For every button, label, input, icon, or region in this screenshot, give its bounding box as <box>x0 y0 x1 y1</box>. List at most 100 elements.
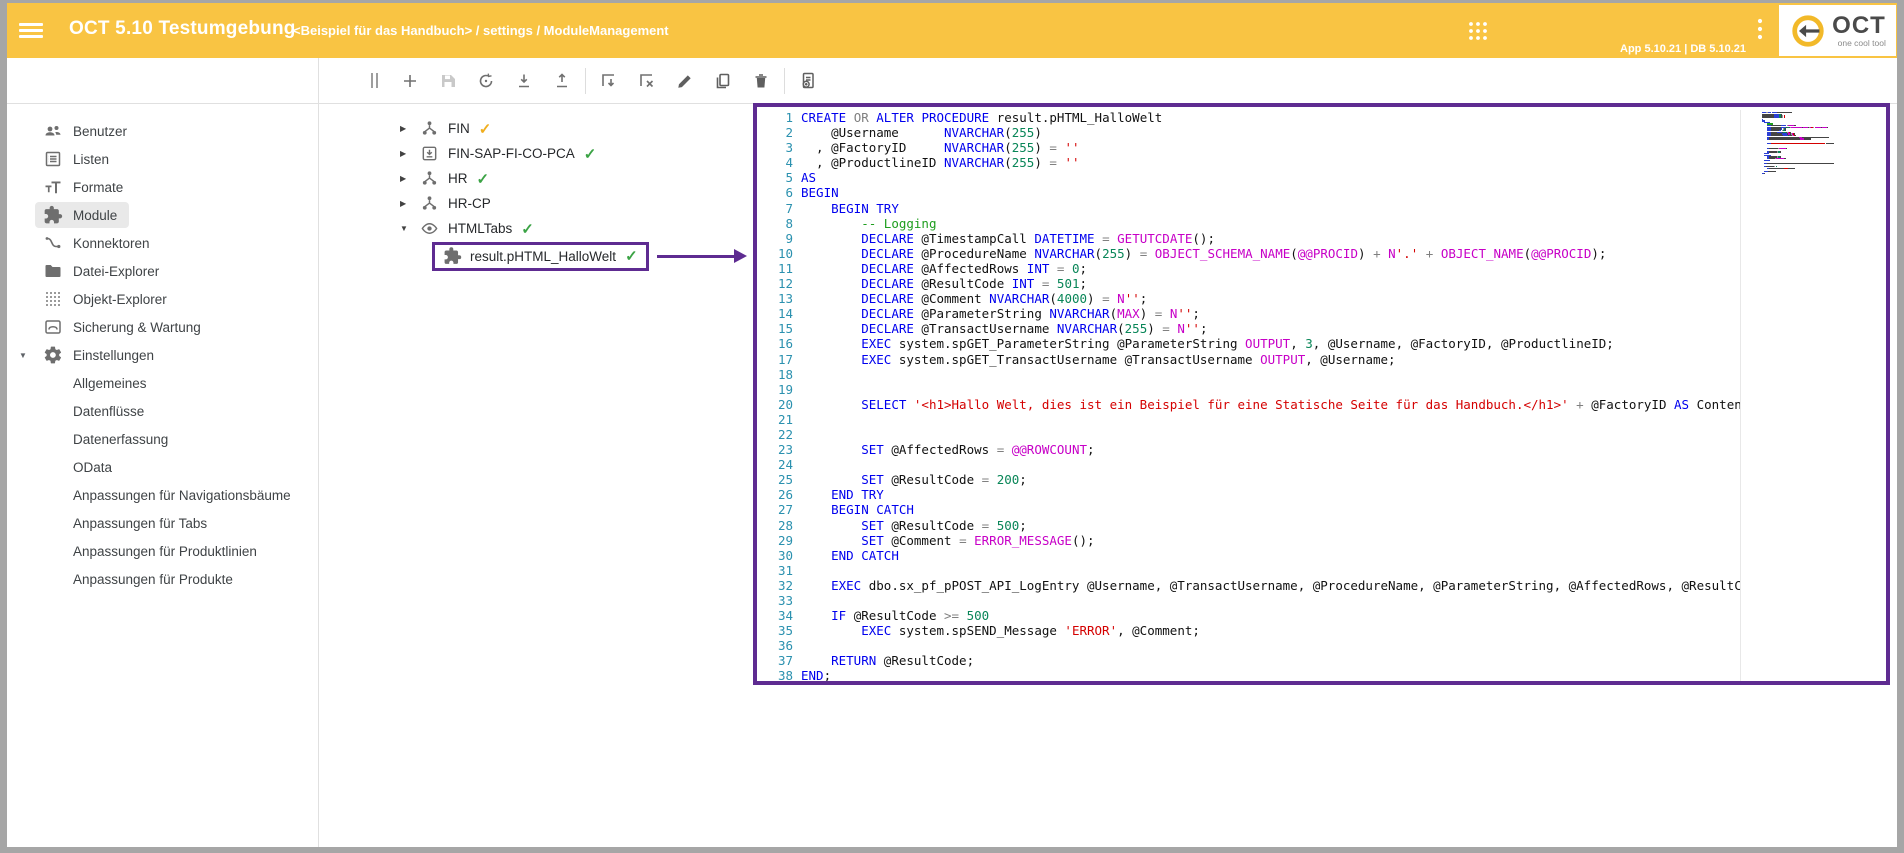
code-line[interactable]: 21 <box>757 412 1740 427</box>
sidebar-item-objekt-explorer[interactable]: Objekt-Explorer <box>7 285 318 313</box>
line-number: 37 <box>757 653 793 668</box>
code-line[interactable]: 10 DECLARE @ProcedureName NVARCHAR(255) … <box>757 246 1740 261</box>
code-line[interactable]: 12 DECLARE @ResultCode INT = 501; <box>757 276 1740 291</box>
code-text: END; <box>793 668 1740 683</box>
code-line[interactable]: 25 SET @ResultCode = 200; <box>757 472 1740 487</box>
edit-button[interactable] <box>666 64 704 98</box>
tree-item-htmltabs[interactable]: ▼HTMLTabs✓ <box>318 216 758 241</box>
code-line[interactable]: 7 BEGIN TRY <box>757 201 1740 216</box>
code-line[interactable]: 4 , @ProductlineID NVARCHAR(255) = '' <box>757 155 1740 170</box>
code-line[interactable]: 38END; <box>757 668 1740 683</box>
save-button[interactable] <box>429 64 467 98</box>
sidebar-item-module[interactable]: Module <box>7 201 318 229</box>
code-line[interactable]: 31 <box>757 563 1740 578</box>
sidebar-item-anpassungen-f-r-produktlinien[interactable]: Anpassungen für Produktlinien <box>7 537 318 565</box>
chevron-right-icon[interactable]: ▶ <box>400 149 414 158</box>
code-line[interactable]: 6BEGIN <box>757 185 1740 200</box>
code-line[interactable]: 23 SET @AffectedRows = @@ROWCOUNT; <box>757 442 1740 457</box>
sidebar-item-datenfl-sse[interactable]: Datenflüsse <box>7 397 318 425</box>
sql-code-editor[interactable]: 1CREATE OR ALTER PROCEDURE result.pHTML_… <box>753 103 1890 685</box>
kebab-menu-icon[interactable] <box>1757 17 1763 46</box>
apps-grid-icon[interactable] <box>1467 20 1489 47</box>
chevron-right-icon[interactable]: ▶ <box>400 174 414 183</box>
code-line[interactable]: 16 EXEC system.spGET_ParameterString @Pa… <box>757 336 1740 351</box>
code-line[interactable]: 14 DECLARE @ParameterString NVARCHAR(MAX… <box>757 306 1740 321</box>
code-line[interactable]: 26 END TRY <box>757 487 1740 502</box>
hamburger-menu-icon[interactable] <box>19 20 43 40</box>
code-line[interactable]: 11 DECLARE @AffectedRows INT = 0; <box>757 261 1740 276</box>
code-line[interactable]: 19 <box>757 382 1740 397</box>
tree-item-fin-sap-fi-co-pca[interactable]: ▶FIN-SAP-FI-CO-PCA✓ <box>318 141 758 166</box>
code-line[interactable]: 3 , @FactoryID NVARCHAR(255) = '' <box>757 140 1740 155</box>
code-line[interactable]: 32 EXEC dbo.sx_pf_pPOST_API_LogEntry @Us… <box>757 578 1740 593</box>
code-line[interactable]: 5AS <box>757 170 1740 185</box>
chevron-right-icon[interactable]: ▶ <box>400 199 414 208</box>
sidebar-item-listen[interactable]: Listen <box>7 145 318 173</box>
code-line[interactable]: 22 <box>757 427 1740 442</box>
code-line[interactable]: 30 END CATCH <box>757 548 1740 563</box>
sidebar-item-anpassungen-f-r-tabs[interactable]: Anpassungen für Tabs <box>7 509 318 537</box>
code-line[interactable]: 17 EXEC system.spGET_TransactUsername @T… <box>757 352 1740 367</box>
sidebar-item-benutzer[interactable]: Benutzer <box>7 117 318 145</box>
download-button[interactable] <box>505 64 543 98</box>
chevron-right-icon[interactable]: ▶ <box>400 124 414 133</box>
sidebar-item-anpassungen-f-r-produkte[interactable]: Anpassungen für Produkte <box>7 565 318 593</box>
hierarchy-icon <box>420 169 439 188</box>
line-number: 19 <box>757 382 793 397</box>
chevron-down-icon[interactable]: ▼ <box>19 351 35 360</box>
copy-script-button[interactable] <box>789 64 827 98</box>
tree-item-label: HR <box>448 171 468 186</box>
delete-button[interactable] <box>742 64 780 98</box>
code-viewport[interactable]: 1CREATE OR ALTER PROCEDURE result.pHTML_… <box>757 110 1741 684</box>
line-number: 10 <box>757 246 793 261</box>
code-line[interactable]: 33 <box>757 593 1740 608</box>
chevron-down-icon[interactable]: ▼ <box>400 224 414 233</box>
code-line[interactable]: 27 BEGIN CATCH <box>757 502 1740 517</box>
code-line[interactable]: 24 <box>757 457 1740 472</box>
code-line[interactable]: 34 IF @ResultCode >= 500 <box>757 608 1740 623</box>
code-line[interactable]: 28 SET @ResultCode = 500; <box>757 518 1740 533</box>
code-line[interactable]: 29 SET @Comment = ERROR_MESSAGE(); <box>757 533 1740 548</box>
check-icon: ✓ <box>479 120 492 138</box>
sidebar-item-body: Anpassungen für Produktlinien <box>35 541 269 562</box>
restore-button[interactable] <box>467 64 505 98</box>
sidebar-item-odata[interactable]: OData <box>7 453 318 481</box>
sidebar-item-allgemeines[interactable]: Allgemeines <box>7 369 318 397</box>
discard-button[interactable] <box>628 64 666 98</box>
code-line[interactable]: 20 SELECT '<h1>Hallo Welt, dies ist ein … <box>757 397 1740 412</box>
code-line[interactable]: 9 DECLARE @TimestampCall DATETIME = GETU… <box>757 231 1740 246</box>
code-line[interactable]: 35 EXEC system.spSEND_Message 'ERROR', @… <box>757 623 1740 638</box>
copy-button[interactable] <box>704 64 742 98</box>
add-button[interactable] <box>391 64 429 98</box>
code-line[interactable]: 8 -- Logging <box>757 216 1740 231</box>
code-line[interactable]: 36 <box>757 638 1740 653</box>
sidebar-item-formate[interactable]: Formate <box>7 173 318 201</box>
sidebar-item-anpassungen-f-r-navigationsb-ume[interactable]: Anpassungen für Navigationsbäume <box>7 481 318 509</box>
line-number: 38 <box>757 668 793 683</box>
line-number: 5 <box>757 170 793 185</box>
code-line[interactable]: 15 DECLARE @TransactUsername NVARCHAR(25… <box>757 321 1740 336</box>
code-line[interactable]: 37 RETURN @ResultCode; <box>757 653 1740 668</box>
line-number: 33 <box>757 593 793 608</box>
annotation-highlight-box: result.pHTML_HalloWelt✓ <box>432 242 649 271</box>
code-line[interactable]: 2 @Username NVARCHAR(255) <box>757 125 1740 140</box>
drag-handle-icon[interactable] <box>367 73 381 88</box>
sidebar-item-sicherung-wartung[interactable]: Sicherung & Wartung <box>7 313 318 341</box>
editor-minimap[interactable] <box>1762 112 1834 174</box>
sidebar-item-label: Benutzer <box>73 124 127 139</box>
code-line[interactable]: 1CREATE OR ALTER PROCEDURE result.pHTML_… <box>757 110 1740 125</box>
code-line[interactable]: 13 DECLARE @Comment NVARCHAR(4000) = N''… <box>757 291 1740 306</box>
tree-item-hr-cp[interactable]: ▶HR-CP <box>318 191 758 216</box>
line-number: 31 <box>757 563 793 578</box>
sidebar-item-label: Datei-Explorer <box>73 264 159 279</box>
code-line[interactable]: 18 <box>757 367 1740 382</box>
tree-item-fin[interactable]: ▶FIN✓ <box>318 116 758 141</box>
sidebar-item-datenerfassung[interactable]: Datenerfassung <box>7 425 318 453</box>
import-button[interactable] <box>590 64 628 98</box>
sidebar-item-einstellungen[interactable]: ▼Einstellungen <box>7 341 318 369</box>
upload-button[interactable] <box>543 64 581 98</box>
sidebar-item-konnektoren[interactable]: Konnektoren <box>7 229 318 257</box>
sidebar-item-datei-explorer[interactable]: Datei-Explorer <box>7 257 318 285</box>
code-text: BEGIN TRY <box>793 201 1740 216</box>
tree-item-hr[interactable]: ▶HR✓ <box>318 166 758 191</box>
